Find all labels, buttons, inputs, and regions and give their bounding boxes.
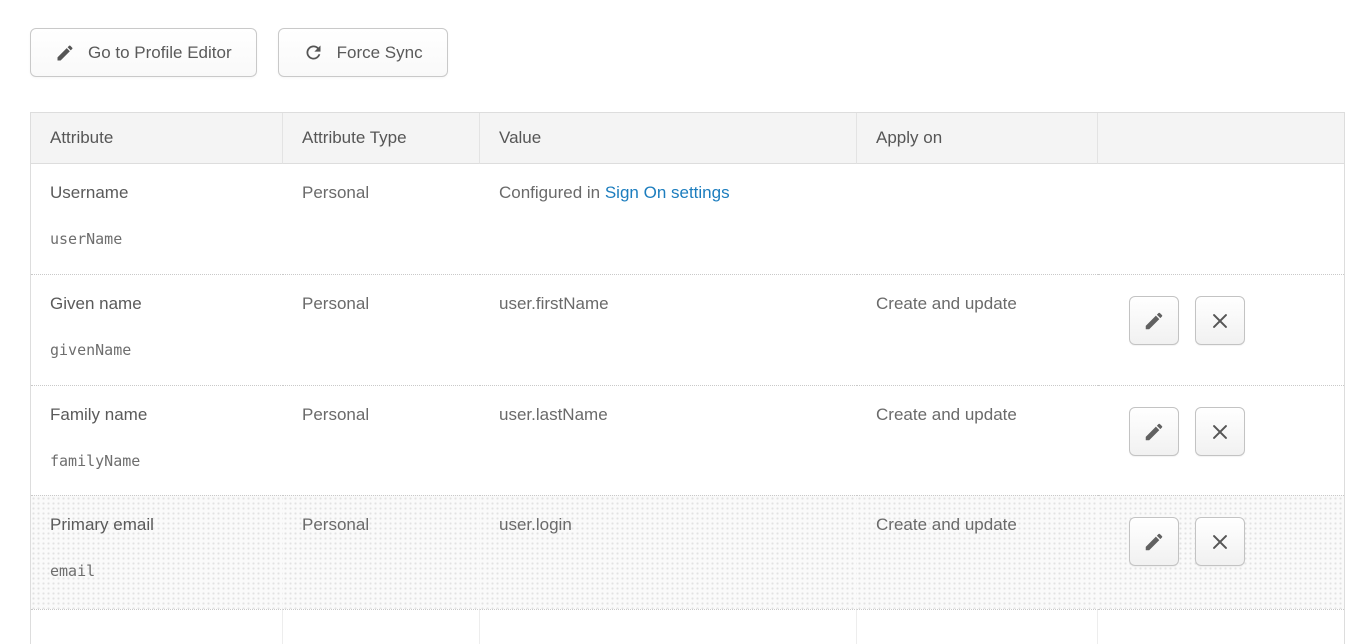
delete-attribute-button[interactable] <box>1195 517 1245 566</box>
attribute-label: Username <box>50 183 264 203</box>
value-cell: user.lastName <box>480 385 857 495</box>
table-row-username: Username userName Personal Configured in… <box>31 164 1344 274</box>
table-header-row: Attribute Attribute Type Value Apply on <box>31 113 1344 164</box>
pencil-icon <box>1143 310 1165 332</box>
attribute-cell: Username userName <box>31 164 283 274</box>
attribute-type-cell: Personal <box>283 495 480 609</box>
table-row-primary-email: Primary email email Personal user.login … <box>31 495 1344 609</box>
go-to-profile-editor-label: Go to Profile Editor <box>88 43 232 63</box>
force-sync-label: Force Sync <box>337 43 423 63</box>
attribute-cell: Given name givenName <box>31 274 283 385</box>
value-cell: user.login <box>480 495 857 609</box>
attribute-cell: Family name familyName <box>31 385 283 495</box>
attribute-cell: Primary email email <box>31 495 283 609</box>
table-row-partial <box>31 609 1344 644</box>
column-header-attribute-type: Attribute Type <box>283 113 480 164</box>
force-sync-button[interactable]: Force Sync <box>278 28 448 77</box>
attribute-mappings-table-wrap: Attribute Attribute Type Value Apply on … <box>30 112 1345 644</box>
attribute-mappings-table: Attribute Attribute Type Value Apply on … <box>30 112 1345 644</box>
apply-on-cell <box>857 164 1098 274</box>
attribute-type-cell: Personal <box>283 274 480 385</box>
actions-cell <box>1098 164 1344 274</box>
table-row-given-name: Given name givenName Personal user.first… <box>31 274 1344 385</box>
attribute-variable-name: familyName <box>50 452 264 470</box>
attribute-variable-name: givenName <box>50 341 264 359</box>
column-header-apply-on: Apply on <box>857 113 1098 164</box>
sign-on-settings-link[interactable]: Sign On settings <box>605 183 730 202</box>
attribute-mappings-page: Go to Profile Editor Force Sync Attribut… <box>0 0 1370 644</box>
close-icon <box>1209 421 1231 443</box>
value-cell: user.firstName <box>480 274 857 385</box>
refresh-icon <box>303 42 324 63</box>
attribute-variable-name: email <box>50 562 264 580</box>
attribute-type-cell: Personal <box>283 164 480 274</box>
apply-on-cell: Create and update <box>857 385 1098 495</box>
attribute-variable-name: userName <box>50 230 264 248</box>
value-cell: Configured in Sign On settings <box>480 164 857 274</box>
close-icon <box>1209 310 1231 332</box>
delete-attribute-button[interactable] <box>1195 407 1245 456</box>
pencil-icon <box>1143 531 1165 553</box>
actions-cell <box>1098 274 1344 385</box>
toolbar: Go to Profile Editor Force Sync <box>30 28 448 77</box>
column-header-actions <box>1098 113 1344 164</box>
pencil-icon <box>1143 421 1165 443</box>
actions-cell <box>1098 385 1344 495</box>
attribute-label: Primary email <box>50 515 264 535</box>
edit-attribute-button[interactable] <box>1129 296 1179 345</box>
pencil-icon <box>55 43 75 63</box>
go-to-profile-editor-button[interactable]: Go to Profile Editor <box>30 28 257 77</box>
apply-on-cell: Create and update <box>857 495 1098 609</box>
actions-cell <box>1098 495 1344 609</box>
value-text: Configured in <box>499 183 605 202</box>
close-icon <box>1209 531 1231 553</box>
attribute-label: Family name <box>50 405 264 425</box>
attribute-label: Given name <box>50 294 264 314</box>
column-header-attribute: Attribute <box>31 113 283 164</box>
edit-attribute-button[interactable] <box>1129 517 1179 566</box>
attribute-type-cell: Personal <box>283 385 480 495</box>
table-row-family-name: Family name familyName Personal user.las… <box>31 385 1344 495</box>
apply-on-cell: Create and update <box>857 274 1098 385</box>
delete-attribute-button[interactable] <box>1195 296 1245 345</box>
edit-attribute-button[interactable] <box>1129 407 1179 456</box>
column-header-value: Value <box>480 113 857 164</box>
